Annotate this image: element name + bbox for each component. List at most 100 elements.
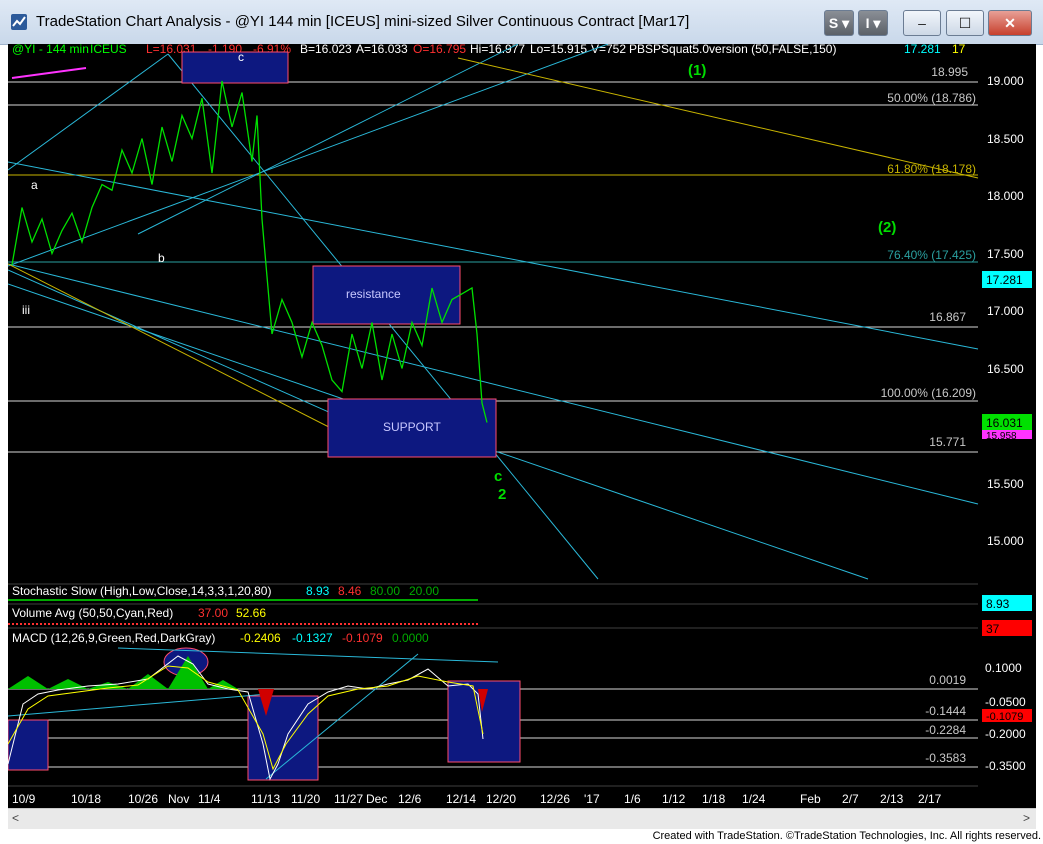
chart-area[interactable]: @YI - 144 min ICEUS L=16.031 -1.190 -6.9… — [8, 44, 1036, 808]
wave-label-c-bottom: c — [494, 468, 502, 485]
price-axis-tick: 15.000 — [987, 534, 1024, 548]
macd-value-1: -0.2406 — [240, 631, 281, 645]
macd-axis-tick: -0.3500 — [985, 759, 1026, 773]
macd-level-label-4: -0.3583 — [925, 751, 966, 765]
maximize-button[interactable]: ☐ — [946, 10, 984, 36]
price-axis-tick: 15.500 — [987, 477, 1024, 491]
level-lines — [8, 81, 978, 453]
s-dropdown-button[interactable]: S ▾ — [824, 10, 854, 36]
minimize-button[interactable]: – — [903, 10, 941, 36]
price-axis-tick: 18.000 — [987, 189, 1024, 203]
date-axis-label: 12/14 — [446, 792, 476, 806]
support-label: SUPPORT — [383, 420, 441, 434]
trendlines — [8, 44, 979, 580]
footer-copyright: Created with TradeStation. ©TradeStation… — [652, 830, 1041, 842]
chart-canvas[interactable]: @YI - 144 min ICEUS L=16.031 -1.190 -6.9… — [8, 44, 1036, 808]
wave-label-iii: iii — [22, 303, 30, 317]
horizontal-scrollbar[interactable]: < > — [8, 808, 1036, 829]
header-open: O=16.795 — [413, 44, 466, 56]
wave-label-b: b — [158, 251, 165, 265]
price-axis-tick: 18.500 — [987, 132, 1024, 146]
level-label-16867: 16.867 — [929, 310, 966, 324]
date-axis-label: 2/7 — [842, 792, 859, 806]
macd-level-label-3: -0.2284 — [925, 723, 966, 737]
macd-axis-tick: -0.2000 — [985, 727, 1026, 741]
top-zone-box[interactable] — [181, 51, 289, 84]
level-label-15771: 15.771 — [929, 435, 966, 449]
title-bar: TradeStation Chart Analysis - @YI 144 mi… — [0, 0, 1043, 45]
date-axis-label: 2/17 — [918, 792, 942, 806]
date-axis-label: 1/18 — [702, 792, 726, 806]
date-axis-label: 1/24 — [742, 792, 766, 806]
stochastic-value-1: 8.93 — [306, 584, 330, 598]
upper-price-tag: 17.281 — [986, 273, 1023, 287]
wave-label-a: a — [31, 178, 38, 192]
macd-label: MACD (12,26,9,Green,Red,DarkGray) — [12, 631, 215, 645]
date-axis-label: Nov — [168, 792, 189, 806]
price-axis-tick: 17.500 — [987, 247, 1024, 261]
header-low: Lo=15.915 — [530, 44, 587, 56]
magenta-marker-line — [11, 67, 87, 79]
level-label-100pct: 100.00% (16.209) — [881, 386, 976, 400]
date-axis-label: 10/18 — [71, 792, 101, 806]
header-indicator: PBSPSquat5.0version (50,FALSE,150) — [629, 44, 836, 56]
volume-label: Volume Avg (50,50,Cyan,Red) — [12, 606, 173, 620]
header-exchange: ICEUS — [90, 44, 127, 56]
close-button[interactable]: ✕ — [988, 10, 1032, 36]
i-dropdown-button[interactable]: I ▾ — [858, 10, 888, 36]
level-label-50pct: 50.00% (18.786) — [887, 91, 976, 105]
date-axis-label: 10/9 — [12, 792, 36, 806]
macd-value-4: 0.0000 — [392, 631, 429, 645]
header-ind-value1: 17.281 — [904, 44, 941, 56]
channel-lower-line — [8, 263, 979, 505]
wave-label-2-paren: (2) — [878, 219, 896, 236]
date-axis-label: 12/20 — [486, 792, 516, 806]
stochastic-value-2: 8.46 — [338, 584, 362, 598]
scroll-left-arrow-icon[interactable]: < — [12, 811, 19, 825]
wave-label-2: 2 — [498, 486, 506, 503]
date-axis-label: 11/20 — [291, 792, 320, 806]
resistance-label: resistance — [346, 287, 401, 301]
wedge-upper-line — [8, 53, 169, 171]
price-axis-tick: 19.000 — [987, 74, 1024, 88]
scroll-right-arrow-icon[interactable]: > — [1023, 811, 1030, 825]
stochastic-label: Stochastic Slow (High,Low,Close,14,3,3,1… — [12, 584, 271, 598]
window-title: TradeStation Chart Analysis - @YI 144 mi… — [36, 13, 690, 30]
macd-level-label-2: -0.1444 — [925, 704, 966, 718]
price-axis: 19.000 18.500 18.000 17.500 17.000 16.500 16.0… — [987, 74, 1024, 548]
header-ask: A=16.033 — [356, 44, 408, 56]
yellow-upper-trendline — [457, 57, 979, 179]
level-label-764pct: 76.40% (17.425) — [887, 248, 976, 262]
volume-tag: 37 — [986, 622, 1000, 636]
date-axis-label: Dec — [366, 792, 387, 806]
macd-level-label-1: 0.0019 — [929, 673, 966, 687]
date-axis-label: Feb — [800, 792, 821, 806]
stochastic-header: Stochastic Slow (High,Low,Close,14,3,3,1… — [12, 584, 439, 598]
macd-zone-box-2 — [247, 695, 319, 781]
price-axis-tick: 17.000 — [987, 304, 1024, 318]
date-axis-label: 11/4 — [198, 792, 221, 806]
header-readout: @YI - 144 min ICEUS L=16.031 -1.190 -6.9… — [12, 44, 966, 56]
header-bid: B=16.023 — [300, 44, 352, 56]
level-label-618pct: 61.80% (18.178) — [887, 162, 976, 176]
macd-value-3: -0.1079 — [342, 631, 383, 645]
date-axis-label: 1/6 — [624, 792, 641, 806]
price-line-series — [11, 80, 488, 423]
macd-header: MACD (12,26,9,Green,Red,DarkGray) -0.240… — [12, 631, 429, 645]
header-ind-value2: 17 — [952, 44, 966, 56]
header-symbol: @YI - 144 min — [12, 44, 89, 56]
volume-value-2: 52.66 — [236, 606, 266, 620]
macd-trendline-lower — [8, 693, 269, 717]
date-axis-label: 11/27 — [334, 792, 363, 806]
macd-signal-line — [8, 665, 484, 771]
date-axis-label: 12/6 — [398, 792, 422, 806]
wave-label-1: (1) — [688, 62, 706, 79]
stochastic-value-4: 20.00 — [409, 584, 439, 598]
date-axis: 10/9 10/18 10/26 Nov 11/4 11/13 11/20 11/27 Dec 1… — [12, 792, 942, 806]
channel-upper-line — [8, 161, 979, 350]
date-axis-label: 12/26 — [540, 792, 570, 806]
price-axis-tick: 16.500 — [987, 362, 1024, 376]
header-volume: V=752 — [591, 44, 626, 56]
rising-line — [8, 44, 609, 267]
tradestation-app-icon — [11, 14, 27, 30]
